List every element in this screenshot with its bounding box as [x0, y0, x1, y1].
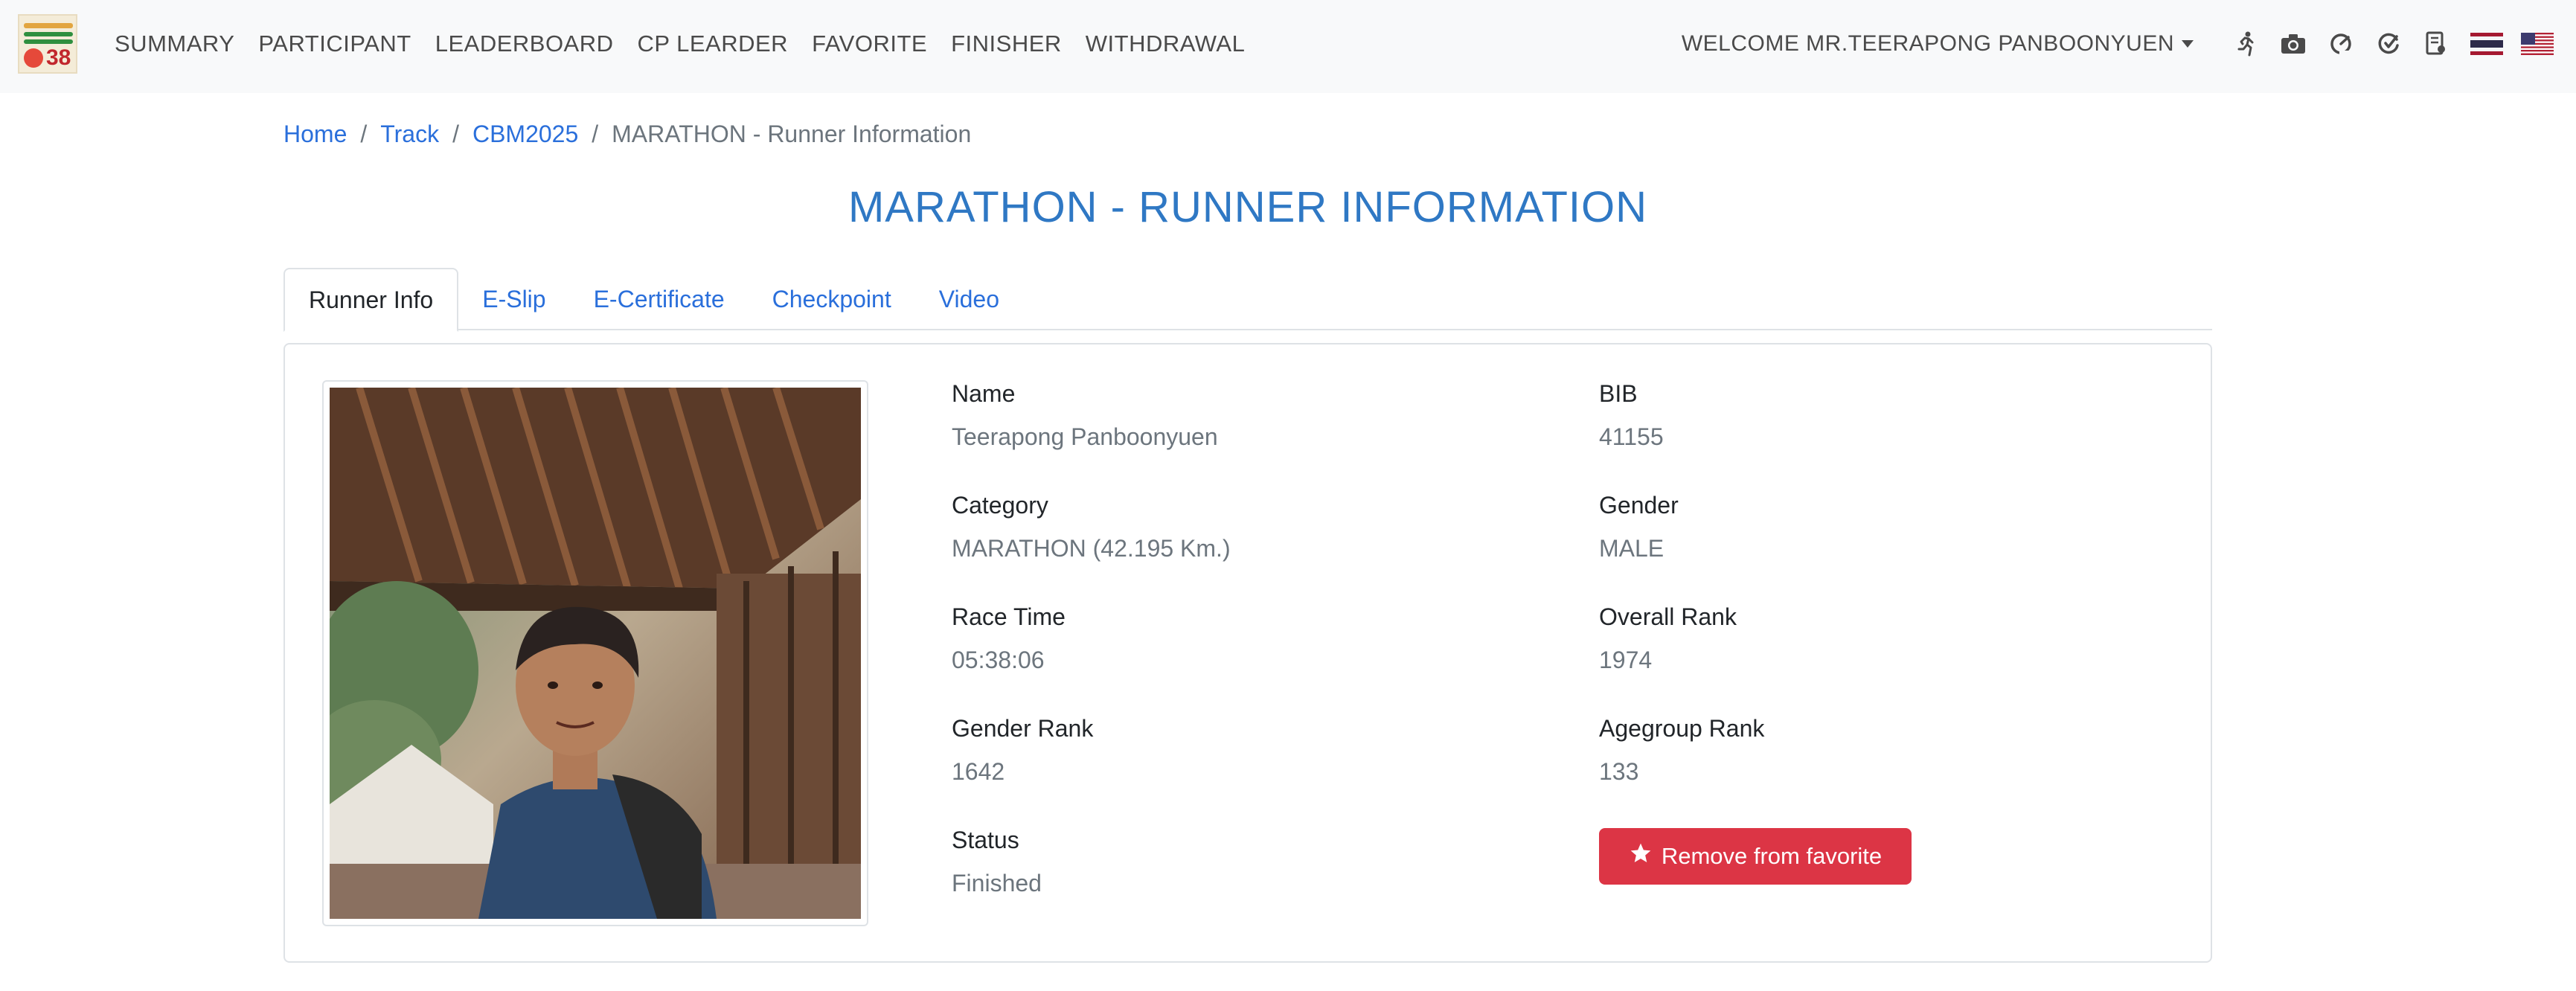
runner-photo-frame	[322, 380, 868, 926]
gender-rank-value: 1642	[952, 758, 1005, 785]
remove-favorite-label: Remove from favorite	[1661, 843, 1883, 869]
main-menu: SUMMARY PARTICIPANT LEADERBOARD CP LEARD…	[103, 0, 1257, 88]
tab-bar: Runner Info E-Slip E-Certificate Checkpo…	[283, 268, 2212, 332]
category-value: MARATHON (42.195 Km.)	[952, 535, 1231, 562]
runner-icon[interactable]	[2229, 28, 2262, 60]
runner-photo	[330, 388, 861, 919]
nav-withdrawal[interactable]: WITHDRAWAL	[1074, 31, 1257, 57]
star-icon	[1629, 841, 1653, 871]
tab-e-certificate[interactable]: E-Certificate	[570, 268, 749, 330]
tab-video[interactable]: Video	[915, 268, 1023, 330]
breadcrumb-separator: /	[592, 121, 599, 147]
logo-number: 38	[46, 45, 71, 70]
remove-favorite-button[interactable]: Remove from favorite	[1599, 828, 1912, 885]
us-flag-icon[interactable]	[2521, 33, 2554, 55]
race-time-value: 05:38:06	[952, 647, 1045, 673]
nav-leaderboard[interactable]: LEADERBOARD	[423, 31, 626, 57]
category-label: Category	[952, 492, 1048, 519]
breadcrumb-track[interactable]: Track	[380, 121, 439, 148]
bib-value: 41155	[1599, 423, 1664, 450]
user-dropdown[interactable]: WELCOME MR.TEERAPONG PANBOONYUEN	[1682, 31, 2194, 57]
bib-label: BIB	[1599, 380, 1638, 407]
name-label: Name	[952, 380, 1016, 407]
breadcrumb-separator: /	[452, 121, 459, 147]
status-label: Status	[952, 827, 1019, 853]
runner-info-card: Name Teerapong Panboonyuen Category MARA…	[283, 343, 2212, 963]
nav-summary[interactable]: SUMMARY	[103, 31, 246, 57]
breadcrumb: Home / Track / CBM2025 / MARATHON - Runn…	[283, 121, 971, 148]
breadcrumb-home[interactable]: Home	[283, 121, 347, 148]
status-value: Finished	[952, 870, 1042, 897]
event-logo[interactable]: 38	[18, 14, 77, 74]
agegroup-rank-value: 133	[1599, 758, 1639, 785]
gender-rank-label: Gender Rank	[952, 715, 1094, 742]
nav-favorite[interactable]: FAVORITE	[800, 31, 939, 57]
agegroup-rank-label: Agegroup Rank	[1599, 715, 1765, 742]
page-title: MARATHON - RUNNER INFORMATION	[848, 183, 1648, 231]
tab-runner-info[interactable]: Runner Info	[283, 268, 459, 332]
speedometer-icon[interactable]	[2325, 28, 2357, 60]
welcome-text: WELCOME MR.TEERAPONG PANBOONYUEN	[1681, 31, 2174, 56]
breadcrumb-event[interactable]: CBM2025	[472, 121, 578, 148]
breadcrumb-current: MARATHON - Runner Information	[612, 121, 972, 147]
name-value: Teerapong Panboonyuen	[952, 423, 1218, 450]
thai-flag-icon[interactable]	[2470, 33, 2503, 55]
top-navbar: 38 SUMMARY PARTICIPANT LEADERBOARD CP LE…	[0, 0, 2576, 93]
nav-finisher[interactable]: FINISHER	[939, 31, 1074, 57]
camera-icon[interactable]	[2277, 28, 2310, 60]
overall-rank-value: 1974	[1599, 647, 1653, 673]
gender-value: MALE	[1599, 535, 1665, 562]
check-gauge-icon[interactable]	[2372, 28, 2405, 60]
certificate-icon[interactable]	[2420, 28, 2452, 60]
user-area: WELCOME MR.TEERAPONG PANBOONYUEN	[1682, 0, 2554, 88]
tab-checkpoint[interactable]: Checkpoint	[749, 268, 915, 330]
overall-rank-label: Overall Rank	[1599, 603, 1737, 630]
gender-label: Gender	[1599, 492, 1679, 519]
nav-cp-leader[interactable]: CP LEARDER	[626, 31, 801, 57]
race-time-label: Race Time	[952, 603, 1066, 630]
nav-participant[interactable]: PARTICIPANT	[246, 31, 423, 57]
tab-e-slip[interactable]: E-Slip	[458, 268, 569, 330]
caret-down-icon	[2182, 40, 2194, 48]
breadcrumb-separator: /	[360, 121, 368, 147]
